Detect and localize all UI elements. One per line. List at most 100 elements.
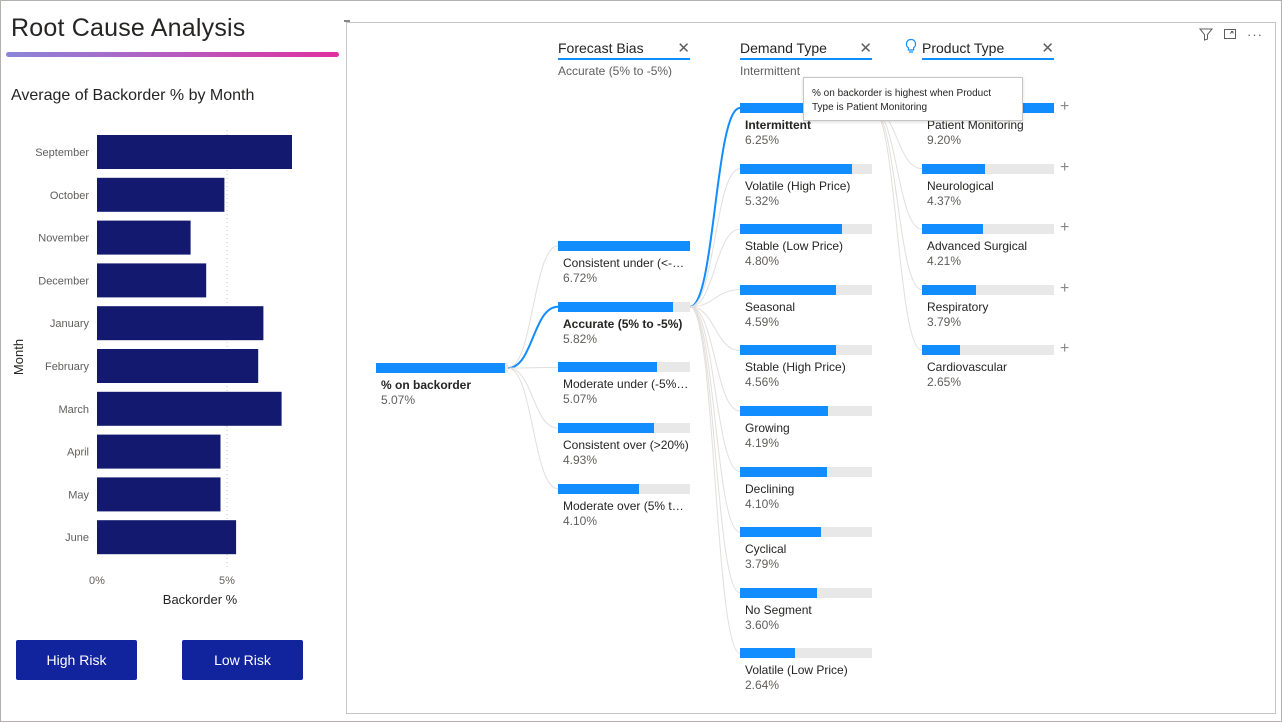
node-bar-track xyxy=(740,466,872,477)
node-bar-track xyxy=(740,587,872,598)
tree-node[interactable]: Moderate under (-5% to -20%)5.07% xyxy=(558,362,690,406)
node-value: 4.93% xyxy=(563,453,598,468)
level-name: Product Type xyxy=(922,40,1054,60)
x-tick-label: 0% xyxy=(89,575,105,587)
resize-handle[interactable] xyxy=(344,20,350,22)
filter-icon[interactable] xyxy=(1198,27,1214,44)
bar[interactable] xyxy=(97,477,221,512)
node-bar-fill xyxy=(558,483,639,494)
category-label: April xyxy=(67,447,89,459)
node-bar-track xyxy=(740,527,872,538)
tree-node[interactable]: Consistent under (<-20%) 6.72% xyxy=(558,241,690,285)
node-bar-track xyxy=(558,241,690,251)
bar[interactable] xyxy=(97,434,221,469)
tree-node[interactable]: Declining 4.10% xyxy=(740,466,872,511)
node-label: Declining xyxy=(745,481,795,496)
tree-node[interactable]: Volatile (High Price) 5.32% xyxy=(740,163,872,208)
tree-node[interactable]: Stable (High Price) 4.56% xyxy=(740,345,872,389)
node-bar-fill xyxy=(922,163,986,174)
more-options-icon[interactable]: ··· xyxy=(1247,27,1263,44)
tree-node[interactable]: Consistent over (>20%) 4.93% xyxy=(558,423,690,467)
node-label: Volatile (Low Price) xyxy=(745,663,848,678)
tree-node[interactable]: Cyclical 3.79% xyxy=(740,527,872,571)
expand-plus-icon[interactable]: + xyxy=(1060,219,1069,237)
node-bar-fill xyxy=(558,301,673,312)
node-value: 4.37% xyxy=(927,193,962,208)
bar[interactable] xyxy=(97,263,207,298)
level-header-product-type[interactable]: Product Type ✕ xyxy=(922,40,1054,60)
level-selection: Accurate (5% to -5%) xyxy=(558,64,673,78)
node-value: 2.65% xyxy=(927,375,962,390)
node-label: Accurate (5% to -5%) xyxy=(563,316,683,331)
expand-plus-icon[interactable]: + xyxy=(1060,340,1069,358)
tree-node[interactable]: No Segment 3.60% xyxy=(740,587,872,632)
root-node[interactable]: % on backorder 5.07% xyxy=(376,363,508,407)
close-icon[interactable]: ✕ xyxy=(859,39,872,57)
tree-node[interactable]: Growing 4.19% xyxy=(740,406,872,450)
node-bar-fill xyxy=(740,527,821,538)
bar[interactable] xyxy=(97,135,292,169)
node-bar-fill xyxy=(740,345,837,356)
node-value: 4.59% xyxy=(745,314,780,329)
node-bar-fill xyxy=(922,284,977,295)
bar[interactable] xyxy=(97,520,237,555)
node-value: 5.32% xyxy=(745,193,780,208)
level-header-demand-type[interactable]: Demand Type ✕ Intermittent xyxy=(740,40,872,78)
tree-node[interactable]: Neurological 4.37% xyxy=(922,163,1054,208)
level-name: Forecast Bias xyxy=(558,40,690,60)
node-value: 4.21% xyxy=(927,254,962,269)
tree-node[interactable]: Moderate over (5% to 20%)4.10% xyxy=(558,483,690,528)
tree-node[interactable]: Advanced Surgical 4.21% xyxy=(922,224,1054,268)
node-bar-fill xyxy=(922,345,961,356)
level-name: Demand Type xyxy=(740,40,872,60)
category-label: October xyxy=(50,190,89,202)
node-bar-track xyxy=(740,345,872,356)
tree-node[interactable]: Respiratory 3.79% xyxy=(922,284,1054,329)
tree-node[interactable]: Accurate (5% to -5%) 5.82% xyxy=(558,301,690,346)
bar[interactable] xyxy=(97,177,225,212)
node-value: 4.56% xyxy=(745,375,780,390)
focus-mode-icon[interactable] xyxy=(1223,27,1237,44)
category-label: September xyxy=(35,147,89,159)
lightbulb-icon xyxy=(904,38,918,59)
backorder-bar-chart[interactable]: September October November December January F… xyxy=(0,120,340,620)
bar[interactable] xyxy=(97,306,264,341)
x-tick-label: 5% xyxy=(219,575,235,587)
node-bar-fill xyxy=(740,163,853,174)
node-label: Cardiovascular xyxy=(927,360,1008,375)
node-bar-track xyxy=(740,224,872,235)
node-value: 5.82% xyxy=(563,331,598,346)
category-label: December xyxy=(38,275,89,287)
bar[interactable] xyxy=(97,349,259,383)
node-label: No Segment xyxy=(745,602,812,617)
node-bar-track xyxy=(740,406,872,416)
close-icon[interactable]: ✕ xyxy=(1041,39,1054,57)
expand-plus-icon[interactable]: + xyxy=(1060,280,1069,298)
node-label: Moderate under (-5% to -20%) xyxy=(563,377,690,392)
tree-node[interactable]: Cardiovascular 2.65% xyxy=(922,345,1054,389)
node-bar-track xyxy=(740,284,872,295)
bar[interactable] xyxy=(97,220,191,255)
node-bar-fill xyxy=(558,241,690,251)
low-risk-button[interactable]: Low Risk xyxy=(182,640,303,680)
node-label: Consistent over (>20%) xyxy=(563,438,689,453)
node-bar-track xyxy=(922,224,1054,235)
node-value: 3.79% xyxy=(927,314,962,329)
visual-header: ··· xyxy=(1198,27,1263,44)
tree-node[interactable]: Volatile (Low Price) 2.64% xyxy=(740,648,872,692)
node-bar-fill xyxy=(922,224,983,235)
expand-plus-icon[interactable]: + xyxy=(1060,98,1069,116)
level-selection: Intermittent xyxy=(740,64,801,78)
node-label: Volatile (High Price) xyxy=(745,178,851,193)
category-label: November xyxy=(38,233,89,245)
bar[interactable] xyxy=(97,391,282,426)
tree-node[interactable]: Stable (Low Price) 4.80% xyxy=(740,224,872,268)
node-value: 4.19% xyxy=(745,436,780,450)
level-header-forecast-bias[interactable]: Forecast Bias ✕ Accurate (5% to -5%) xyxy=(558,40,690,78)
tree-node[interactable]: Seasonal 4.59% xyxy=(740,284,872,329)
node-bar-fill xyxy=(740,224,842,235)
node-bar-track xyxy=(376,363,508,373)
high-risk-button[interactable]: High Risk xyxy=(16,640,137,680)
expand-plus-icon[interactable]: + xyxy=(1060,159,1069,177)
close-icon[interactable]: ✕ xyxy=(677,39,690,57)
